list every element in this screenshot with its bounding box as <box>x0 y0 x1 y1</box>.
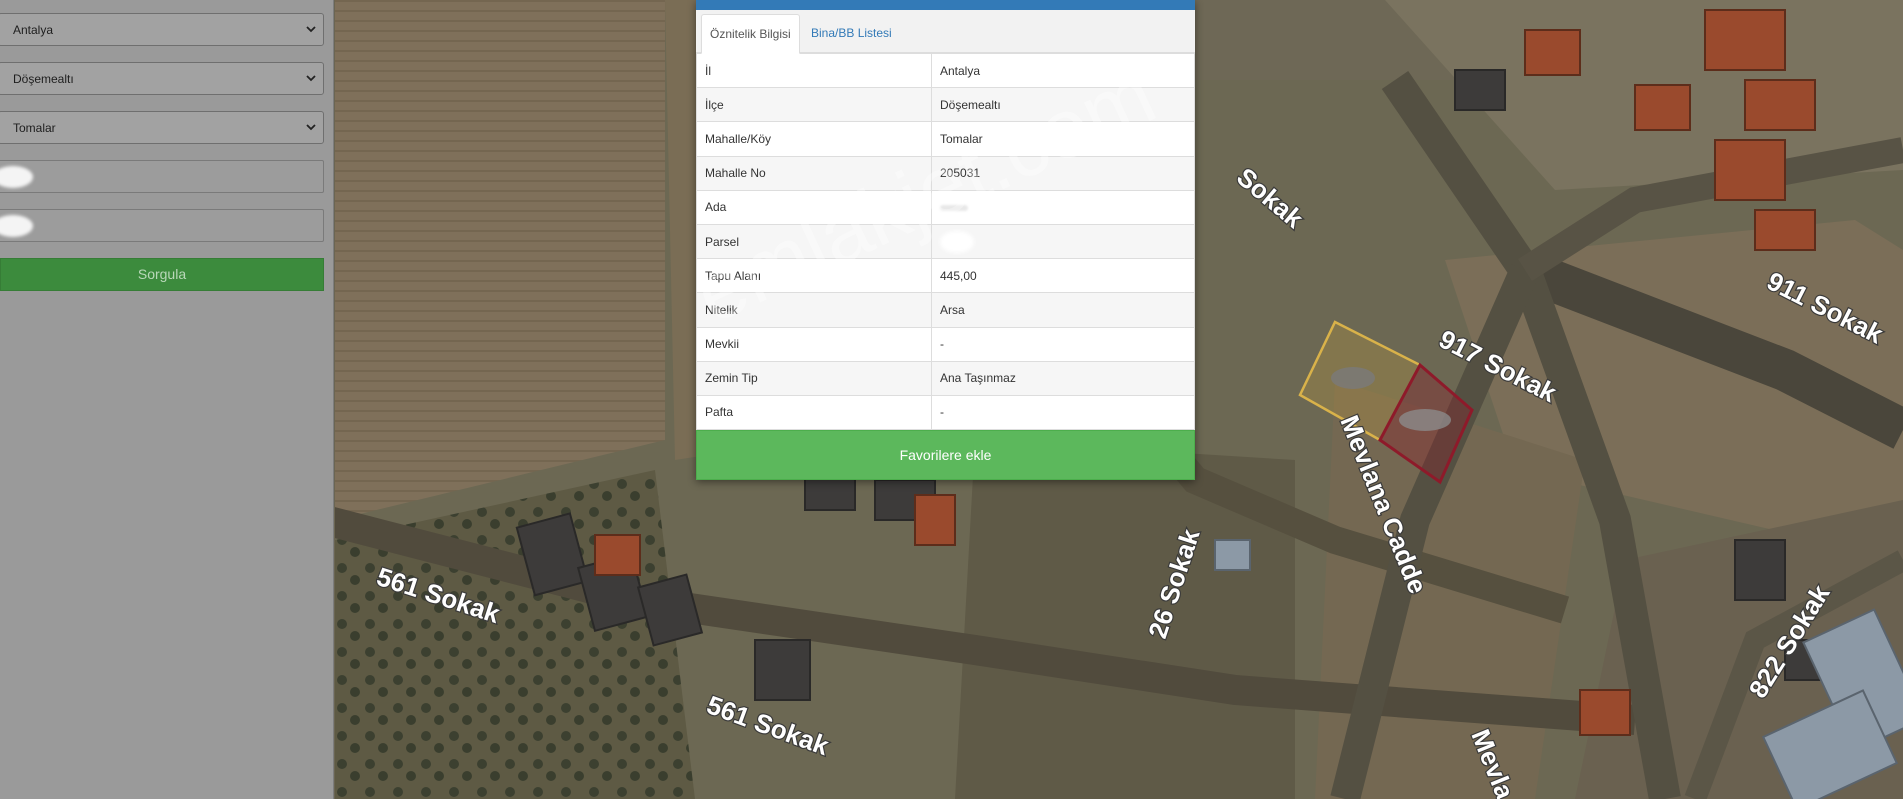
attribute-value: Ana Taşınmaz <box>931 360 1195 396</box>
province-select-value: Antalya <box>13 23 54 37</box>
redacted-value <box>940 205 968 212</box>
attribute-value: Antalya <box>931 52 1195 89</box>
attribute-key: İlçe <box>696 87 932 123</box>
chevron-down-icon <box>306 124 316 131</box>
table-row: Mevkii - <box>696 326 1195 362</box>
block-number-input[interactable] <box>0 160 324 193</box>
attribute-key: Nitelik <box>696 292 932 328</box>
attribute-value: Arsa <box>931 292 1195 328</box>
redacted-value <box>940 230 974 253</box>
attribute-value: - <box>931 394 1195 431</box>
attribute-value <box>931 189 1195 225</box>
popup-tabs: Öznitelik Bilgisi Bina/BB Listesi <box>696 10 1195 54</box>
attribute-key: Zemin Tip <box>696 360 932 396</box>
attribute-key: Ada <box>696 189 932 225</box>
table-row: Parsel <box>696 223 1195 260</box>
neighborhood-select-value: Tomalar <box>13 121 56 135</box>
district-select[interactable]: Döşemealtı <box>0 62 324 95</box>
attribute-value: Tomalar <box>931 121 1195 157</box>
attribute-value: 445,00 <box>931 258 1195 294</box>
add-to-favorites-button[interactable]: Favorilere ekle <box>696 430 1195 480</box>
attribute-key: Mahalle/Köy <box>696 121 932 157</box>
parcel-info-popup: Öznitelik Bilgisi Bina/BB Listesi İl Anta… <box>696 0 1195 480</box>
attribute-table: İl Antalya İlçe Döşemealtı Mahalle/Köy Tomala… <box>696 52 1195 431</box>
attribute-value <box>931 223 1195 260</box>
table-row: Ada <box>696 189 1195 225</box>
redacted-value <box>0 215 33 237</box>
attribute-key: Parsel <box>696 223 932 260</box>
attribute-value: 205031 <box>931 155 1195 191</box>
popup-header-bar <box>696 0 1195 10</box>
attribute-key: Tapu Alanı <box>696 258 932 294</box>
tab-attribute-info[interactable]: Öznitelik Bilgisi <box>701 14 800 54</box>
attribute-key: Mevkii <box>696 326 932 362</box>
attribute-key: Pafta <box>696 394 932 431</box>
attribute-value: - <box>931 326 1195 362</box>
table-row: Mahalle No 205031 <box>696 155 1195 191</box>
attribute-value: Döşemealtı <box>931 87 1195 123</box>
query-panel: Antalya Döşemealtı Tomalar Sorgula <box>0 0 334 799</box>
chevron-down-icon <box>306 75 316 82</box>
table-row: Mahalle/Köy Tomalar <box>696 121 1195 157</box>
chevron-down-icon <box>306 26 316 33</box>
table-row: Pafta - <box>696 394 1195 431</box>
neighborhood-select[interactable]: Tomalar <box>0 111 324 144</box>
attribute-key: İl <box>696 52 932 89</box>
table-row: Zemin Tip Ana Taşınmaz <box>696 360 1195 396</box>
table-row: İlçe Döşemealtı <box>696 87 1195 123</box>
parcel-number-input[interactable] <box>0 209 324 242</box>
redacted-value <box>0 166 33 188</box>
table-row: İl Antalya <box>696 52 1195 89</box>
tab-building-list[interactable]: Bina/BB Listesi <box>803 14 900 54</box>
attribute-key: Mahalle No <box>696 155 932 191</box>
province-select[interactable]: Antalya <box>0 13 324 46</box>
table-row: Tapu Alanı 445,00 <box>696 258 1195 294</box>
query-button[interactable]: Sorgula <box>0 258 324 291</box>
district-select-value: Döşemealtı <box>13 72 74 86</box>
table-row: Nitelik Arsa <box>696 292 1195 328</box>
